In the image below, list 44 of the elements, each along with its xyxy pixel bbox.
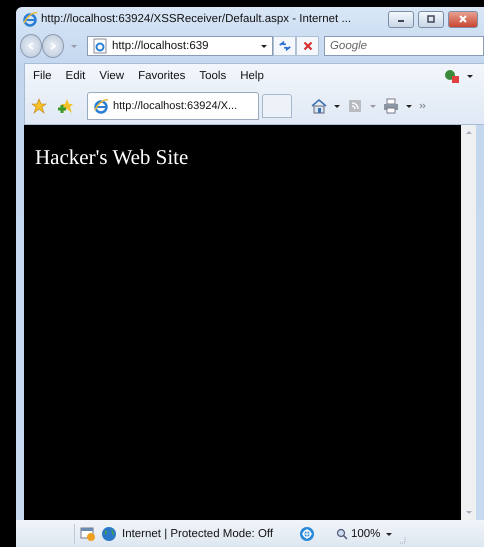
- printer-icon[interactable]: [383, 98, 399, 114]
- security-zone-text[interactable]: Internet | Protected Mode: Off: [122, 528, 294, 540]
- refresh-icon: [278, 39, 292, 53]
- caret-icon[interactable]: [260, 42, 268, 50]
- caret-icon[interactable]: [405, 102, 413, 110]
- menu-item[interactable]: View: [99, 70, 124, 82]
- browser-tab[interactable]: http://localhost:63924/X...: [87, 92, 259, 120]
- zoom-button[interactable]: 100%: [336, 528, 380, 540]
- menu-item[interactable]: Favorites: [138, 70, 186, 82]
- scroll-up-icon[interactable]: [464, 129, 472, 137]
- resize-grip-icon[interactable]: [398, 536, 406, 544]
- address-field[interactable]: http://localhost:639: [86, 36, 274, 56]
- caret-icon[interactable]: [333, 102, 341, 110]
- maximize-button[interactable]: [418, 10, 444, 28]
- back-button[interactable]: [20, 34, 42, 58]
- minimize-button[interactable]: [388, 10, 414, 28]
- window-title: http://localhost:63924/XSSReceiver/Default.aspx - Internet ...: [41, 13, 352, 25]
- forward-button[interactable]: [42, 34, 64, 58]
- magnifier-icon: [336, 528, 348, 540]
- chevron-icon[interactable]: [419, 102, 427, 110]
- star-icon[interactable]: [31, 98, 47, 114]
- history-caret-icon[interactable]: [70, 42, 78, 50]
- globe-icon: [101, 526, 117, 542]
- add-favorite-icon[interactable]: [58, 98, 74, 114]
- menu-item[interactable]: File: [33, 70, 52, 82]
- browser-icon: [93, 98, 109, 114]
- browser-icon: [22, 11, 38, 27]
- popup-warning-icon[interactable]: [80, 526, 96, 542]
- menu-item[interactable]: Tools: [199, 70, 226, 82]
- caret-icon[interactable]: [466, 72, 474, 80]
- search-field[interactable]: Google: [324, 36, 484, 56]
- scroll-down-icon[interactable]: [464, 508, 472, 516]
- close-icon: [458, 14, 468, 24]
- page-heading: Hacker's Web Site: [35, 145, 190, 170]
- maximize-icon: [426, 14, 436, 24]
- stop-button[interactable]: [296, 36, 319, 56]
- close-icon: [300, 39, 315, 53]
- refresh-button[interactable]: [273, 36, 296, 56]
- menu-item[interactable]: Help: [240, 70, 264, 82]
- page-icon: [92, 38, 108, 54]
- home-icon[interactable]: [311, 98, 327, 114]
- scrollbar[interactable]: [461, 125, 476, 520]
- menu-item[interactable]: Edit: [66, 70, 86, 82]
- close-button[interactable]: [448, 10, 478, 28]
